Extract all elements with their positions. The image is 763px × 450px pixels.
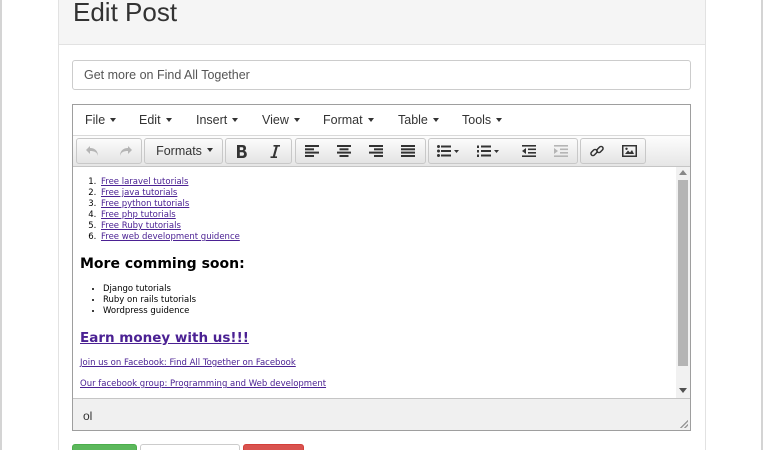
menu-edit[interactable]: Edit [139,113,172,127]
editor-menubar: File Edit Insert View Format Table Tools [73,105,690,136]
list-item: Wordpress guidence [103,306,196,317]
scroll-up-icon[interactable] [679,170,687,175]
tutorial-list: Free laravel tutorials Free java tutoria… [99,177,240,243]
tutorial-link[interactable]: Free php tutorials [101,210,176,220]
caret-down-icon [496,117,503,122]
alignment-group [295,138,426,164]
panel-heading: Edit Post [59,0,705,45]
tutorial-link[interactable]: Free java tutorials [101,188,177,198]
link-icon [590,145,604,157]
align-justify-button[interactable] [392,139,424,163]
caret-down-icon [165,117,172,122]
earn-money-link[interactable]: Earn money with us!!! [80,330,249,346]
formats-label: Formats [156,144,202,158]
content-scrollbar[interactable] [676,167,690,398]
italic-button[interactable] [259,139,291,163]
element-path[interactable]: ol [83,409,92,423]
formats-group: Formats [144,138,223,164]
tutorial-link[interactable]: Free laravel tutorials [101,177,188,187]
menu-file[interactable]: File [85,113,117,127]
align-right-button[interactable] [360,139,392,163]
menu-table[interactable]: Table [398,113,439,127]
menu-insert[interactable]: Insert [196,113,239,127]
menu-view-label: View [262,113,289,127]
post-title-input[interactable] [72,60,691,90]
menu-tools-label: Tools [462,113,492,127]
coming-soon-list: Django tutorials Ruby on rails tutorials… [103,284,196,317]
outdent-icon [522,145,536,157]
facebook-group-link[interactable]: Our facebook group: Programming and Web … [80,379,326,389]
bullet-list-button[interactable] [429,139,467,163]
formats-dropdown[interactable]: Formats [145,139,224,163]
menu-format-label: Format [323,113,363,127]
caret-down-icon [432,117,439,122]
align-right-icon [369,145,383,157]
indent-button[interactable] [545,139,577,163]
image-icon [621,145,637,157]
align-justify-icon [401,145,415,157]
caret-down-icon [110,117,117,122]
scroll-down-icon[interactable] [679,388,687,393]
bullet-list-icon [437,145,459,157]
bold-icon [237,144,247,158]
list-item: Free python tutorials [99,199,240,210]
window-edge-left [0,0,2,450]
caret-down-icon [206,148,213,152]
indent-icon [554,145,568,157]
resize-handle-icon[interactable] [680,420,688,428]
insert-image-button[interactable] [613,139,645,163]
editor-content-area[interactable]: Free laravel tutorials Free java tutoria… [73,167,676,398]
caret-down-icon [293,117,300,122]
numbered-list-button[interactable] [469,139,507,163]
tutorial-link[interactable]: Free Ruby tutorials [101,221,181,231]
insert-link-button[interactable] [581,139,613,163]
text-style-group [225,138,292,164]
tutorial-link[interactable]: Free web development guidence [101,232,240,242]
align-left-button[interactable] [296,139,328,163]
menu-file-label: File [85,113,106,127]
outdent-button[interactable] [513,139,545,163]
page-title: Edit Post [73,0,178,27]
list-item: Free web development guidence [99,232,240,243]
caret-down-icon [232,117,239,122]
tutorial-link[interactable]: Free python tutorials [101,199,189,209]
align-left-icon [305,145,319,157]
delete-button[interactable] [243,444,304,450]
menu-format[interactable]: Format [323,113,374,127]
menu-insert-label: Insert [196,113,228,127]
menu-view[interactable]: View [262,113,300,127]
undo-icon [86,146,98,156]
align-center-icon [337,145,351,157]
menu-table-label: Table [398,113,428,127]
list-item: Ruby on rails tutorials [103,295,196,306]
align-center-button[interactable] [328,139,360,163]
insert-group [580,138,646,164]
rich-text-editor: File Edit Insert View Format Table Tools… [72,104,691,431]
secondary-button[interactable] [140,444,240,450]
redo-icon [120,146,132,156]
italic-icon [270,144,280,158]
editor-toolbar: Formats [73,136,690,167]
list-item: Free laravel tutorials [99,177,240,188]
history-group [76,138,142,164]
redo-button[interactable] [109,139,141,163]
list-item: Free Ruby tutorials [99,221,240,232]
undo-button[interactable] [77,139,109,163]
numbered-list-icon [477,145,499,157]
editor-statusbar: ol [73,398,690,430]
facebook-page-link[interactable]: Join us on Facebook: Find All Together o… [80,358,296,368]
bold-button[interactable] [226,139,258,163]
list-item: Free java tutorials [99,188,240,199]
save-button[interactable] [72,444,137,450]
list-group [428,138,578,164]
menu-tools[interactable]: Tools [462,113,503,127]
scrollbar-thumb[interactable] [678,180,688,366]
list-item: Free php tutorials [99,210,240,221]
list-item: Django tutorials [103,284,196,295]
coming-soon-heading: More comming soon: [80,256,245,272]
menu-edit-label: Edit [139,113,161,127]
caret-down-icon [367,117,374,122]
